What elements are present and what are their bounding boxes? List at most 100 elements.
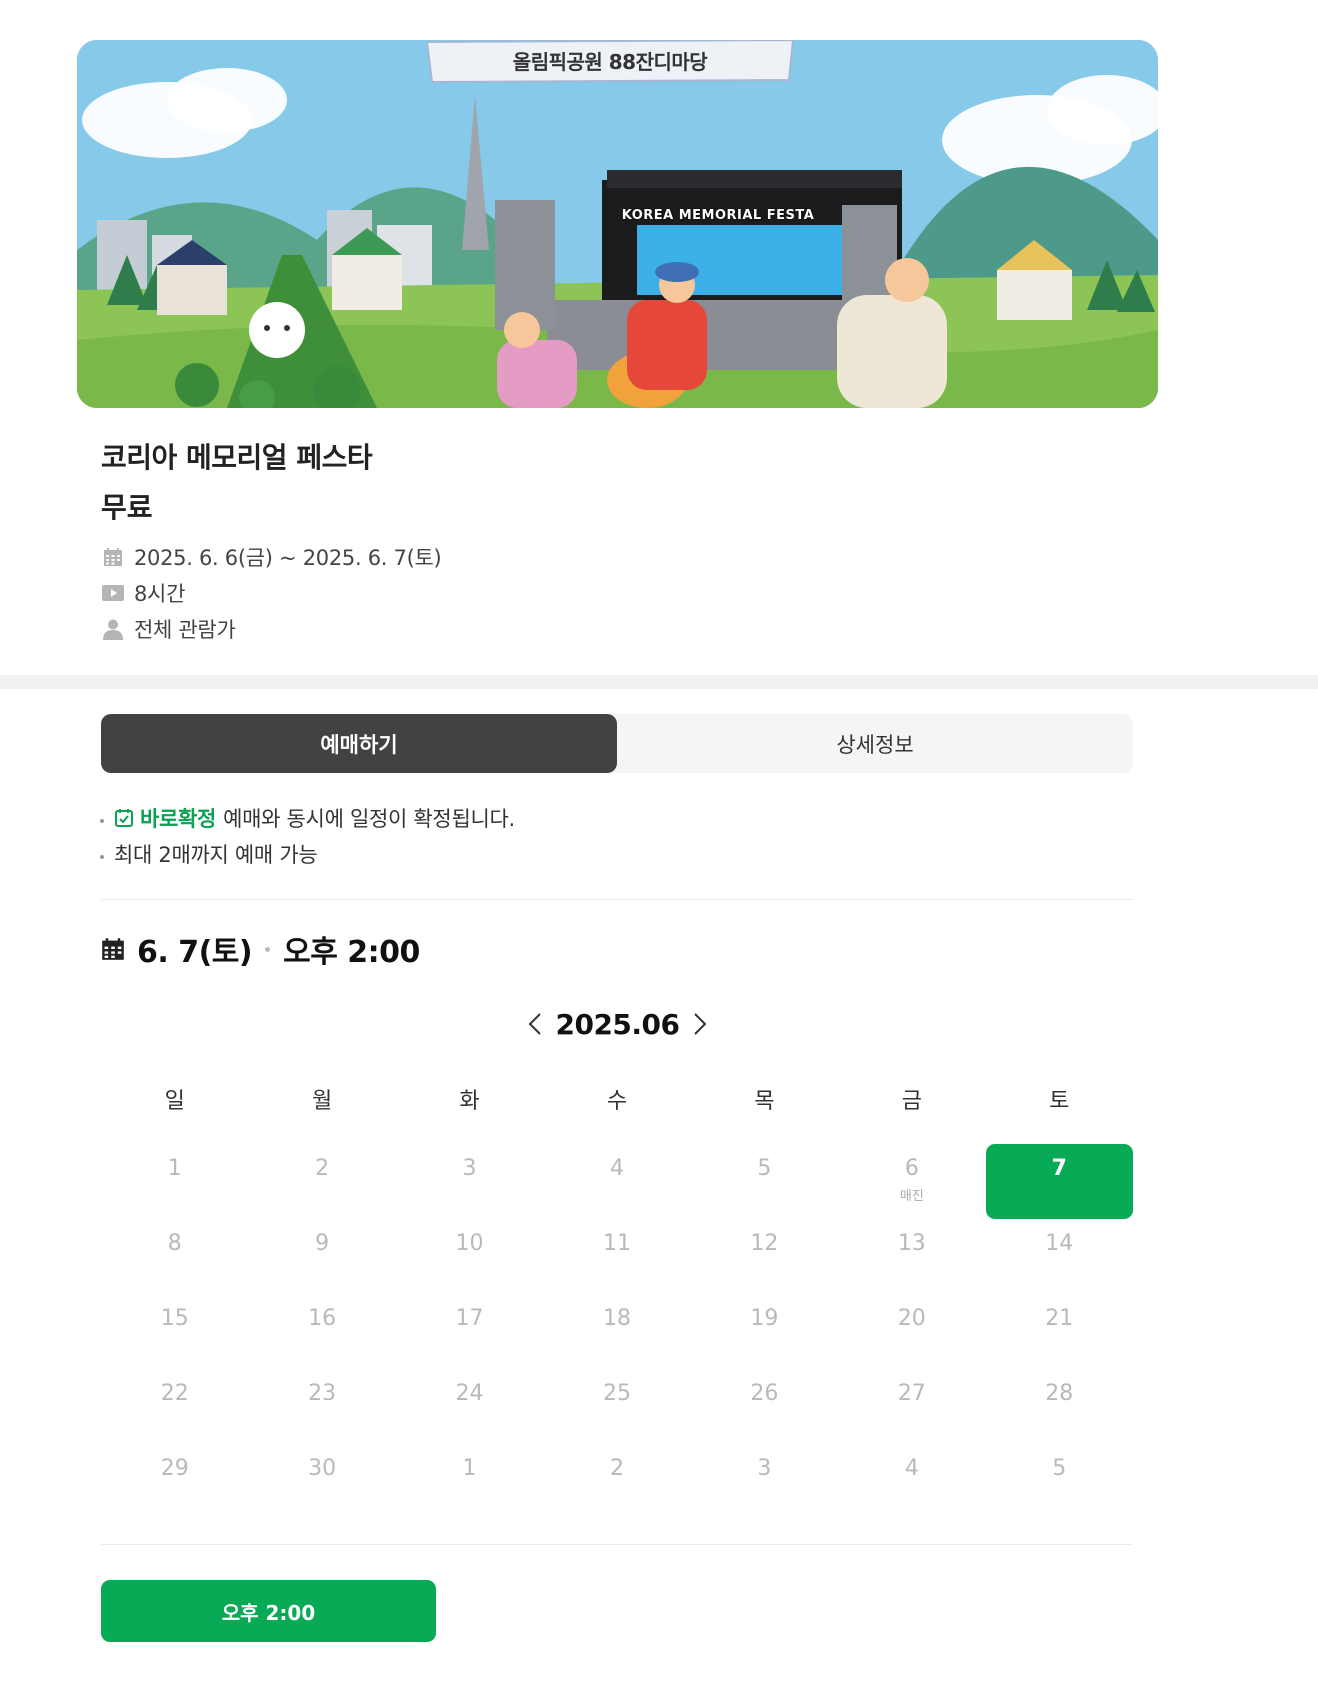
selected-date: 6. 7(토) [137,935,253,970]
day-number: 11 [602,1231,631,1256]
day-number: 8 [167,1231,182,1256]
calendar-week-row: 8 9 10 11 12 13 14 [101,1219,1133,1294]
calendar-day[interactable]: 17 [396,1294,543,1369]
day-number: 28 [1045,1381,1074,1406]
chevron-right-icon[interactable] [685,1004,715,1044]
chevron-left-icon[interactable] [520,1004,550,1044]
calendar-day[interactable]: 4 [838,1444,985,1519]
calendar-day[interactable]: 29 [101,1444,248,1519]
calendar-day[interactable]: 30 [248,1444,395,1519]
calendar-day[interactable]: 3 [396,1144,543,1219]
time-slot-button[interactable]: 오후 2:00 [101,1580,436,1642]
day-number: 4 [609,1156,624,1181]
stage-sign: KOREA MEMORIAL FESTA [621,208,815,223]
day-number: 5 [757,1156,772,1181]
day-number: 6 [904,1156,919,1181]
event-price: 무료 [101,491,153,524]
calendar-day[interactable]: 5 [986,1444,1133,1519]
calendar-day[interactable]: 6 매진 [838,1144,985,1219]
person-icon [101,617,125,641]
calendar-icon [101,545,125,569]
day-number: 17 [455,1306,484,1331]
day-number: 22 [160,1381,189,1406]
calendar-day[interactable]: 1 [101,1144,248,1219]
calendar-day[interactable]: 5 [691,1144,838,1219]
calendar-day[interactable]: 21 [986,1294,1133,1369]
day-number: 14 [1045,1231,1074,1256]
event-date-range: 2025. 6. 6(금) ~ 2025. 6. 7(토) [134,546,442,570]
calendar-day[interactable]: 2 [543,1444,690,1519]
weekday-label: 목 [754,1089,775,1114]
calendar-day[interactable]: 19 [691,1294,838,1369]
calendar-day[interactable]: 26 [691,1369,838,1444]
day-number: 2 [609,1456,624,1481]
calendar-day[interactable]: 18 [543,1294,690,1369]
calendar-day[interactable]: 12 [691,1219,838,1294]
instant-confirm-label: 바로확정 [140,807,217,831]
calendar-day[interactable]: 25 [543,1369,690,1444]
calendar-week-row: 22 23 24 25 26 27 28 [101,1369,1133,1444]
day-number: 18 [602,1306,631,1331]
weekday-label: 화 [459,1089,480,1114]
day-number: 3 [757,1456,772,1481]
calendar-day[interactable]: 13 [838,1219,985,1294]
calendar-day[interactable]: 24 [396,1369,543,1444]
day-number: 24 [455,1381,484,1406]
calendar-day[interactable]: 14 [986,1219,1133,1294]
weekday-label: 일 [164,1089,185,1114]
calendar-day[interactable]: 3 [691,1444,838,1519]
calendar-day[interactable]: 10 [396,1219,543,1294]
info-duration-row: 8시간 [101,579,185,607]
day-number: 1 [167,1156,182,1181]
day-number: 29 [160,1456,189,1481]
calendar-day[interactable]: 22 [101,1369,248,1444]
notice-ticket-limit: 최대 2매까지 예매 가능 [100,839,318,869]
weekday-label: 월 [312,1089,333,1114]
day-number: 3 [462,1156,477,1181]
weekday-label: 토 [1049,1089,1070,1114]
calendar-day[interactable]: 20 [838,1294,985,1369]
calendar-day[interactable]: 27 [838,1369,985,1444]
event-duration: 8시간 [134,582,186,606]
day-number: 15 [160,1306,189,1331]
divider [101,1544,1133,1545]
calendar-day[interactable]: 1 [396,1444,543,1519]
day-number: 1 [462,1456,477,1481]
event-title: 코리아 메모리얼 페스타 [101,441,373,474]
instant-confirm-badge: 바로확정 [114,803,216,833]
weekday-header: 일월화수목금토 [101,1080,1133,1124]
day-number: 12 [750,1231,779,1256]
tab-bar: 예매하기 상세정보 [101,714,1133,773]
day-number: 23 [308,1381,337,1406]
day-number: 5 [1052,1456,1067,1481]
day-number: 27 [897,1381,926,1406]
info-date-row: 2025. 6. 6(금) ~ 2025. 6. 7(토) [101,543,442,571]
sold-out-label: 매진 [899,1189,924,1204]
calendar-day[interactable]: 2 [248,1144,395,1219]
calendar: 일월화수목금토 1 2 3 4 5 6 매진 7 8 9 10 11 12 13 14 15 16 17 18 19 2… [101,1080,1133,1519]
calendar-day[interactable]: 8 [101,1219,248,1294]
bullet [100,855,104,859]
weekday-label: 수 [606,1089,628,1114]
calendar-day[interactable]: 11 [543,1219,690,1294]
day-number: 20 [897,1306,926,1331]
calendar-day[interactable]: 16 [248,1294,395,1369]
calendar-week-row: 15 16 17 18 19 20 21 [101,1294,1133,1369]
weekday-label: 금 [901,1089,922,1114]
calendar-week-row: 1 2 3 4 5 6 매진 7 [101,1144,1133,1219]
day-number: 4 [904,1456,919,1481]
calendar-day[interactable]: 9 [248,1219,395,1294]
calendar-day[interactable]: 4 [543,1144,690,1219]
calendar-icon [102,938,124,960]
check-calendar-icon [115,809,133,827]
tab-booking[interactable]: 예매하기 [101,714,617,773]
calendar-day[interactable]: 15 [101,1294,248,1369]
day-number: 13 [897,1231,926,1256]
month-navigator: 2025.06 [520,1004,715,1044]
day-number: 30 [308,1456,337,1481]
calendar-day[interactable]: 23 [248,1369,395,1444]
tab-details[interactable]: 상세정보 [617,714,1133,773]
day-number: 26 [750,1381,779,1406]
calendar-day-selected[interactable]: 7 [985,1144,1133,1219]
calendar-day[interactable]: 28 [986,1369,1133,1444]
